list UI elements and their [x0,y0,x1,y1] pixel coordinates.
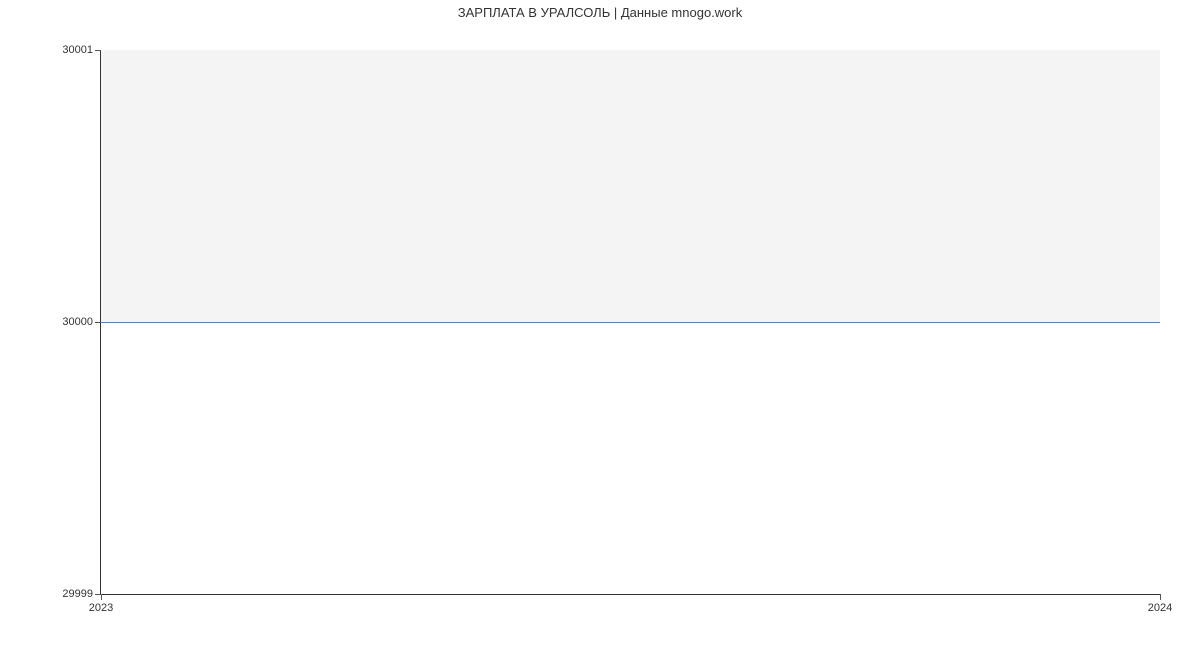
chart-title: ЗАРПЛАТА В УРАЛСОЛЬ | Данные mnogo.work [0,5,1200,20]
chart-plot: 30001 30000 29999 2023 2024 [100,50,1160,595]
series-line [101,322,1160,323]
x-tick-label: 2024 [1148,602,1172,614]
y-tick-label: 30000 [62,316,93,328]
x-tick-label: 2023 [89,602,113,614]
y-tick-label: 29999 [62,588,93,600]
plot-upper-band [101,50,1160,322]
y-tick-label: 30001 [62,44,93,56]
plot-area: 30001 30000 29999 2023 2024 [100,50,1160,595]
